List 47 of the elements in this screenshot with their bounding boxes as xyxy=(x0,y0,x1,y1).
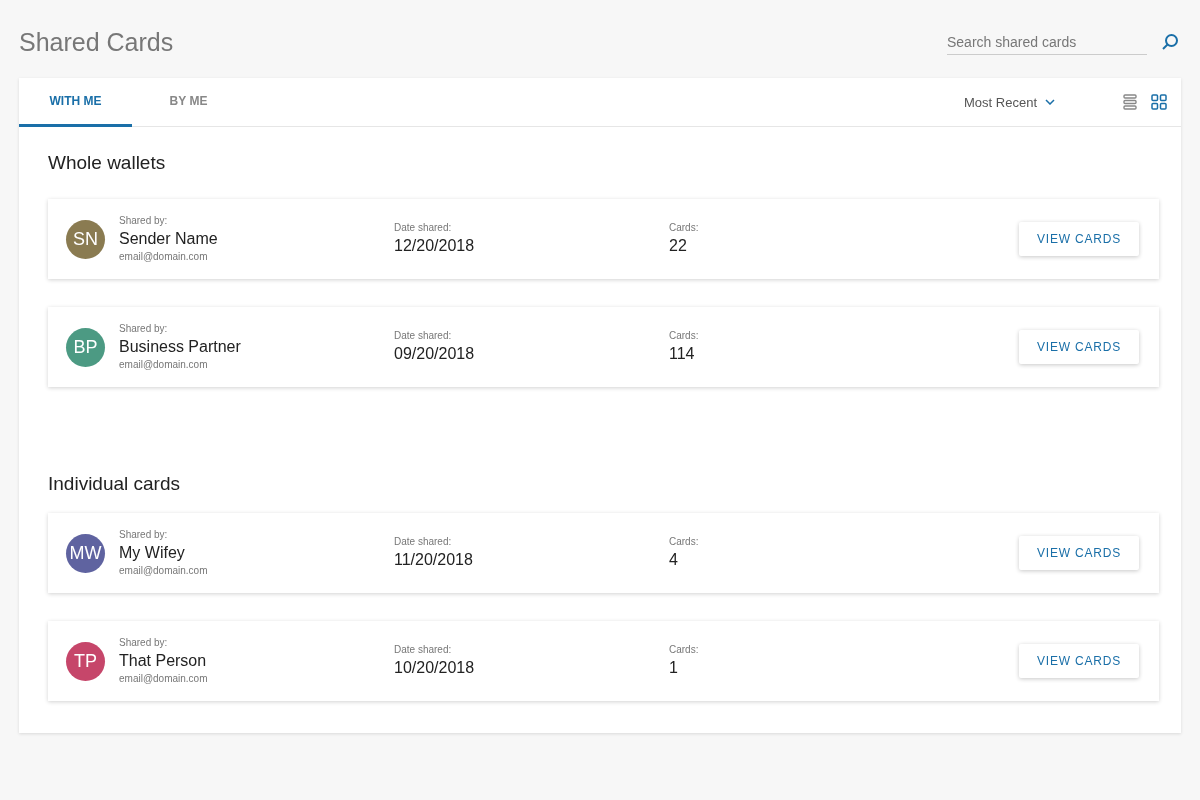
tab[interactable]: WITH ME xyxy=(19,78,132,127)
date-shared: 10/20/2018 xyxy=(394,658,476,678)
list-view-icon[interactable] xyxy=(1123,94,1139,110)
sender-name: Sender Name xyxy=(119,229,219,249)
field-label: Cards: xyxy=(669,643,700,657)
sender-email: email@domain.com xyxy=(119,250,209,264)
avatar: BP xyxy=(66,327,105,367)
field-label: Cards: xyxy=(669,221,700,235)
chevron-down-icon[interactable] xyxy=(1045,99,1055,105)
page-title: Shared Cards xyxy=(19,27,174,57)
field-label: Shared by: xyxy=(119,636,169,650)
sender-email: email@domain.com xyxy=(119,358,209,372)
view-cards-button[interactable]: VIEW CARDS xyxy=(1019,536,1139,570)
field-label: Date shared: xyxy=(394,535,453,549)
sort-dropdown[interactable]: Most Recent xyxy=(964,94,1037,110)
field-label: Shared by: xyxy=(119,322,169,336)
section-heading: Whole wallets xyxy=(48,151,167,175)
sender-name: My Wifey xyxy=(119,543,186,563)
sender-name: That Person xyxy=(119,651,208,671)
sender-name: Business Partner xyxy=(119,337,242,357)
field-label: Date shared: xyxy=(394,329,453,343)
field-label: Date shared: xyxy=(394,643,453,657)
card-count: 4 xyxy=(669,550,679,570)
view-cards-button[interactable]: VIEW CARDS xyxy=(1019,222,1139,256)
avatar: SN xyxy=(66,219,105,259)
section-heading: Individual cards xyxy=(48,472,182,496)
card-count: 1 xyxy=(669,658,679,678)
grid-view-icon[interactable] xyxy=(1151,94,1167,110)
avatar: TP xyxy=(66,641,105,681)
view-cards-button[interactable]: VIEW CARDS xyxy=(1019,644,1139,678)
date-shared: 09/20/2018 xyxy=(394,344,476,364)
field-label: Shared by: xyxy=(119,214,169,228)
field-label: Cards: xyxy=(669,535,700,549)
view-cards-button[interactable]: VIEW CARDS xyxy=(1019,330,1139,364)
sender-email: email@domain.com xyxy=(119,672,209,686)
card-count: 22 xyxy=(669,236,688,256)
card-count: 114 xyxy=(669,344,696,364)
field-label: Shared by: xyxy=(119,528,169,542)
date-shared: 12/20/2018 xyxy=(394,236,476,256)
field-label: Date shared: xyxy=(394,221,453,235)
sender-email: email@domain.com xyxy=(119,564,209,578)
field-label: Cards: xyxy=(669,329,700,343)
date-shared: 11/20/2018 xyxy=(394,550,474,570)
tab[interactable]: BY ME xyxy=(132,78,245,127)
search-field[interactable]: Search shared cards xyxy=(947,29,1147,55)
search-icon[interactable] xyxy=(1161,33,1179,51)
avatar: MW xyxy=(66,533,105,573)
